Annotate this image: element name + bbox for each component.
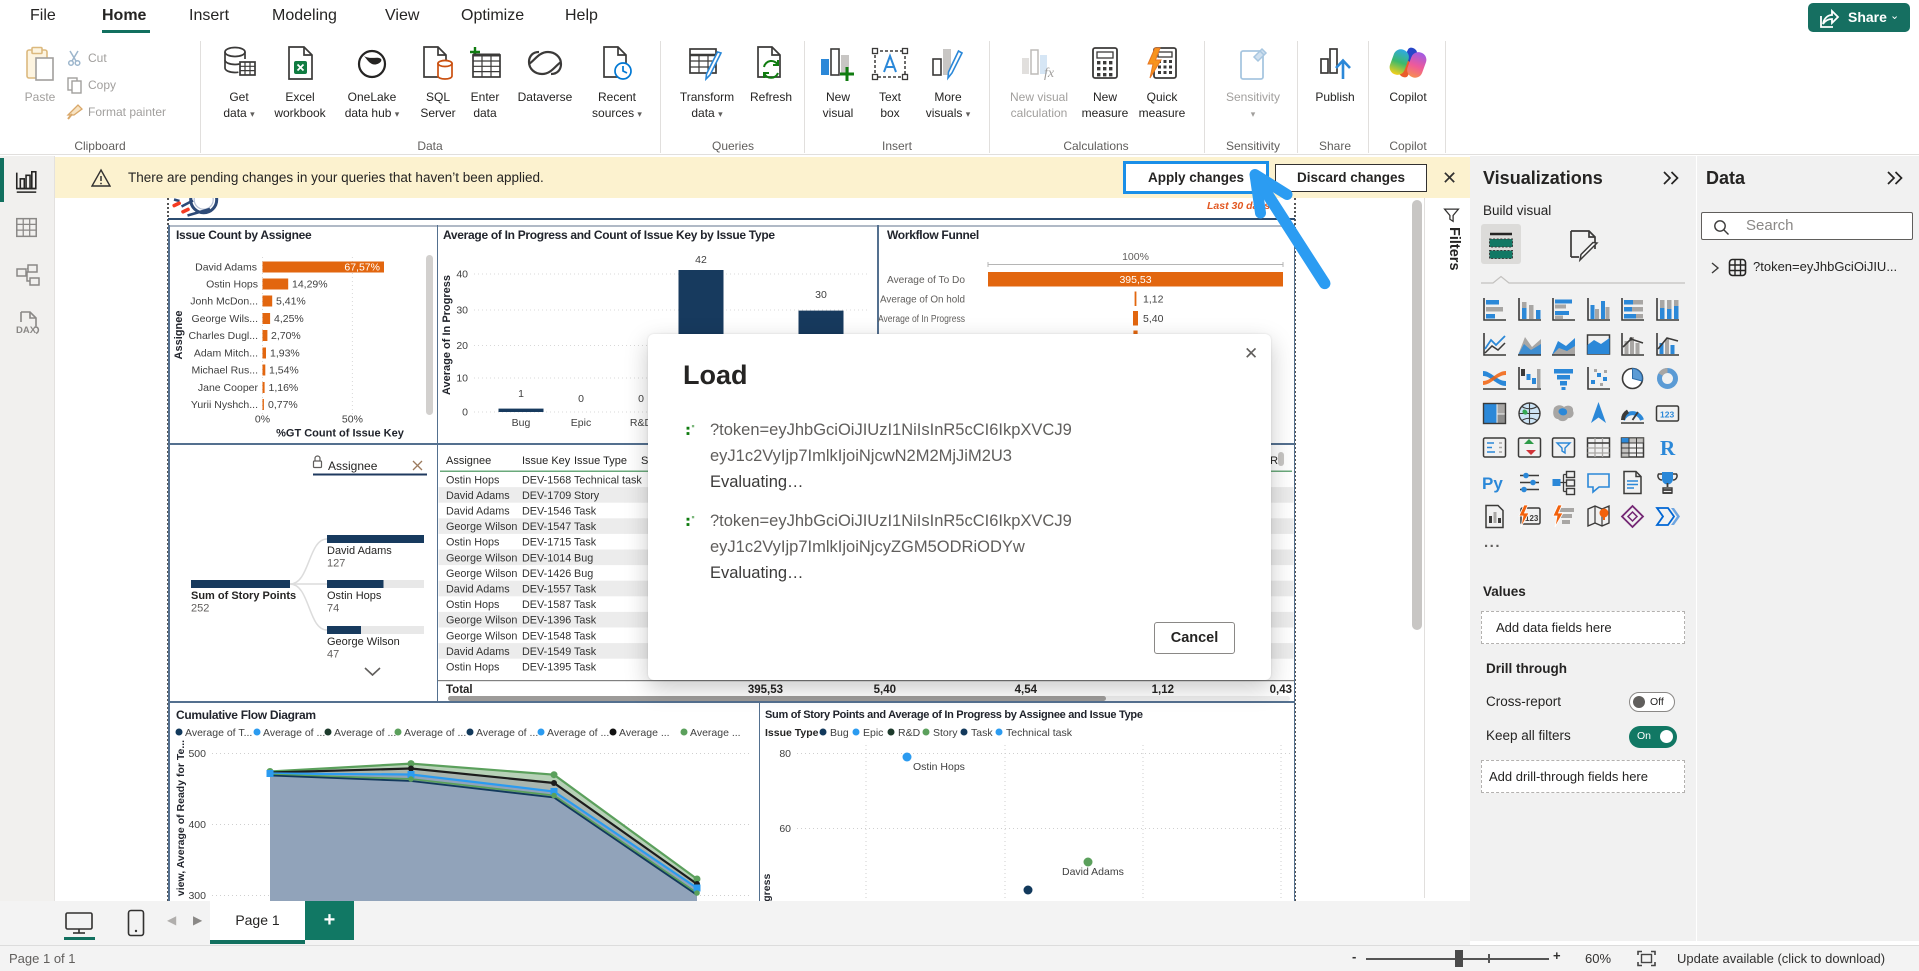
- svg-text:DAX: DAX: [16, 325, 37, 336]
- svg-text:123: 123: [1660, 409, 1674, 419]
- svg-text:fx: fx: [1044, 66, 1055, 81]
- svg-text:Py: Py: [1482, 474, 1503, 493]
- svg-text:R: R: [1660, 436, 1676, 460]
